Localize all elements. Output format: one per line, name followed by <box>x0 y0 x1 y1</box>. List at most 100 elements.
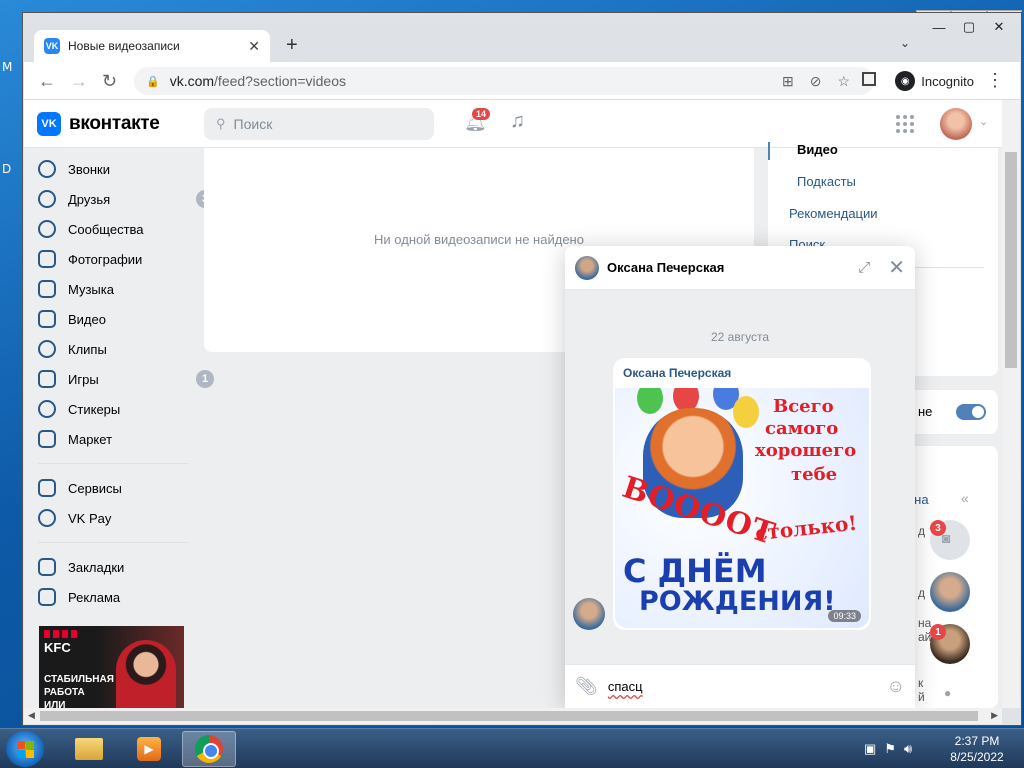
scroll-thumb[interactable] <box>40 711 978 721</box>
empty-message: Ни одной видеозаписи не найдено <box>374 232 584 247</box>
maximize-icon[interactable]: ▢ <box>954 16 984 38</box>
browser-menu-icon[interactable]: ⋮ <box>986 70 1004 91</box>
message-author[interactable]: Оксана Печерская <box>623 366 731 380</box>
chat-window: Оксана Печерская ⤢ ✕ 22 августа Оксана П… <box>565 246 915 708</box>
kfc-stripes-icon <box>44 630 78 638</box>
menu-item-calls[interactable]: Звонки <box>38 154 198 184</box>
message-input-text[interactable]: спасц <box>608 679 887 694</box>
new-tab-icon[interactable]: + <box>286 34 298 57</box>
vk-logo[interactable]: VK вконтакте <box>37 112 160 136</box>
chrome-icon <box>195 735 223 763</box>
browser-tab[interactable]: VK Новые видеозаписи ✕ <box>34 30 270 62</box>
chat-avatar[interactable] <box>575 255 599 280</box>
scroll-thumb[interactable] <box>1005 152 1017 368</box>
volume-icon[interactable]: 🔊︎ <box>904 741 912 757</box>
menu-item-photos[interactable]: Фотографии <box>38 244 198 274</box>
vk-favicon-icon: VK <box>44 38 60 54</box>
back-icon[interactable]: ← <box>38 71 56 92</box>
vertical-scrollbar[interactable] <box>1002 100 1020 708</box>
menu-item-label: VK Pay <box>68 510 112 526</box>
chat-bubble-icon[interactable]: ● <box>944 686 951 700</box>
lock-icon[interactable]: 🔒 <box>146 75 160 88</box>
filter-recommendations[interactable]: Рекомендации <box>789 206 878 221</box>
menu-item-communities[interactable]: Сообщества <box>38 214 198 244</box>
start-button[interactable] <box>6 731 44 767</box>
incognito-icon: ◉ <box>895 71 916 91</box>
card-text: Всего <box>773 396 834 417</box>
menu-item-clips[interactable]: Клипы <box>38 334 198 364</box>
active-indicator <box>768 142 770 160</box>
balloon-icon <box>637 388 663 414</box>
translate-icon[interactable]: ⊞ <box>782 73 794 90</box>
search-input[interactable]: ⚲ Поиск <box>204 108 434 140</box>
menu-item-label: Сообщества <box>68 221 144 237</box>
address-bar[interactable]: 🔒 vk.com /feed?section=videos <box>134 67 874 95</box>
chat-contact-name[interactable]: Оксана Печерская <box>607 260 858 275</box>
collapse-icon[interactable]: « <box>961 490 969 506</box>
tab-close-icon[interactable]: ✕ <box>248 38 260 55</box>
flag-icon[interactable]: ⚑ <box>884 741 896 757</box>
filter-podcasts[interactable]: Подкасты <box>797 174 856 189</box>
star-icon[interactable]: ☆ <box>837 73 850 90</box>
menu-item-label: Друзья <box>68 191 111 207</box>
minimize-icon[interactable]: — <box>924 16 954 38</box>
filter-video[interactable]: Видео <box>797 142 838 157</box>
vk-logo-icon: VK <box>37 112 61 136</box>
menu-item-bookmarks[interactable]: Закладки <box>38 552 198 582</box>
menu-item-friends[interactable]: Друзья3 <box>38 184 214 214</box>
clock[interactable]: 2:37 PM 8/25/2022 <box>942 733 1012 765</box>
birthday-card-image[interactable]: Всего самого хорошего тебе ВООООТ стольк… <box>615 388 869 628</box>
menu-item-label: Игры <box>68 371 99 387</box>
chat-avatar[interactable] <box>930 572 970 612</box>
ad-person-image <box>116 640 176 708</box>
horizontal-scrollbar[interactable]: ◀ ▶ <box>24 708 1002 724</box>
chrome-taskbar-button[interactable] <box>182 731 236 767</box>
network-icon[interactable]: ▣ <box>864 741 876 757</box>
toggle-label: не <box>918 404 933 419</box>
menu-item-ads[interactable]: Реклама <box>38 582 198 612</box>
toggle-switch[interactable] <box>956 404 986 420</box>
desktop-icon-label: D <box>2 162 12 176</box>
tab-search-chevron-icon[interactable]: ⌄ <box>900 36 910 50</box>
menu-item-music[interactable]: Музыка <box>38 274 198 304</box>
menu-item-label: Звонки <box>68 161 110 177</box>
menu-item-label: Стикеры <box>68 401 121 417</box>
menu-item-stickers[interactable]: Стикеры <box>38 394 198 424</box>
services-icon <box>38 479 56 497</box>
chevron-down-icon[interactable]: ⌄ <box>979 115 988 128</box>
close-icon[interactable]: ✕ <box>888 255 905 280</box>
paperclip-icon[interactable]: 📎︎ <box>575 676 598 697</box>
apps-grid-icon[interactable] <box>896 115 914 133</box>
tab-title: Новые видеозаписи <box>68 39 180 53</box>
reload-icon[interactable]: ↻ <box>102 71 117 92</box>
menu-item-video[interactable]: Видео <box>38 304 198 334</box>
tab-strip: VK Новые видеозаписи ✕ + ⌄ — ▢ ✕ <box>24 19 1020 62</box>
balloon-icon <box>733 396 759 428</box>
menu-item-market[interactable]: Маркет <box>38 424 198 454</box>
scroll-left-icon[interactable]: ◀ <box>28 710 35 721</box>
emoji-icon[interactable]: ☺ <box>887 676 905 697</box>
communities-icon <box>38 220 56 238</box>
message-input[interactable]: 📎︎ спасц ☺ <box>565 664 915 708</box>
sender-avatar[interactable] <box>573 598 605 630</box>
menu-item-games[interactable]: Игры 1 <box>38 364 214 394</box>
card-text: хорошего <box>755 440 857 461</box>
menu-item-services[interactable]: Сервисы <box>38 473 198 503</box>
side-panel-icon[interactable] <box>862 72 876 86</box>
forward-icon[interactable]: → <box>70 71 88 92</box>
profile-avatar[interactable] <box>940 108 972 140</box>
music-note-icon[interactable]: ♫ <box>510 110 525 133</box>
media-player-taskbar-button[interactable]: ▶ <box>122 731 176 767</box>
eye-off-icon[interactable]: ⊘ <box>810 73 822 90</box>
explorer-taskbar-button[interactable] <box>62 731 116 767</box>
message-bubble: Оксана Печерская Всего самого хорошего т… <box>613 358 871 630</box>
chat-header: Оксана Печерская ⤢ ✕ <box>565 246 915 290</box>
card-text: РОЖДЕНИЯ! <box>639 586 836 617</box>
close-icon[interactable]: ✕ <box>984 16 1014 38</box>
scroll-right-icon[interactable]: ▶ <box>991 710 998 721</box>
menu-item-vkpay[interactable]: VK Pay <box>38 503 198 533</box>
clock-time: 2:37 PM <box>954 734 1000 748</box>
expand-icon[interactable]: ⤢ <box>858 259 870 276</box>
incognito-indicator[interactable]: ◉ Incognito <box>895 71 974 91</box>
ad-banner[interactable]: KFC СТАБИЛЬНАЯ РАБОТА ИЛИ <box>39 626 184 708</box>
